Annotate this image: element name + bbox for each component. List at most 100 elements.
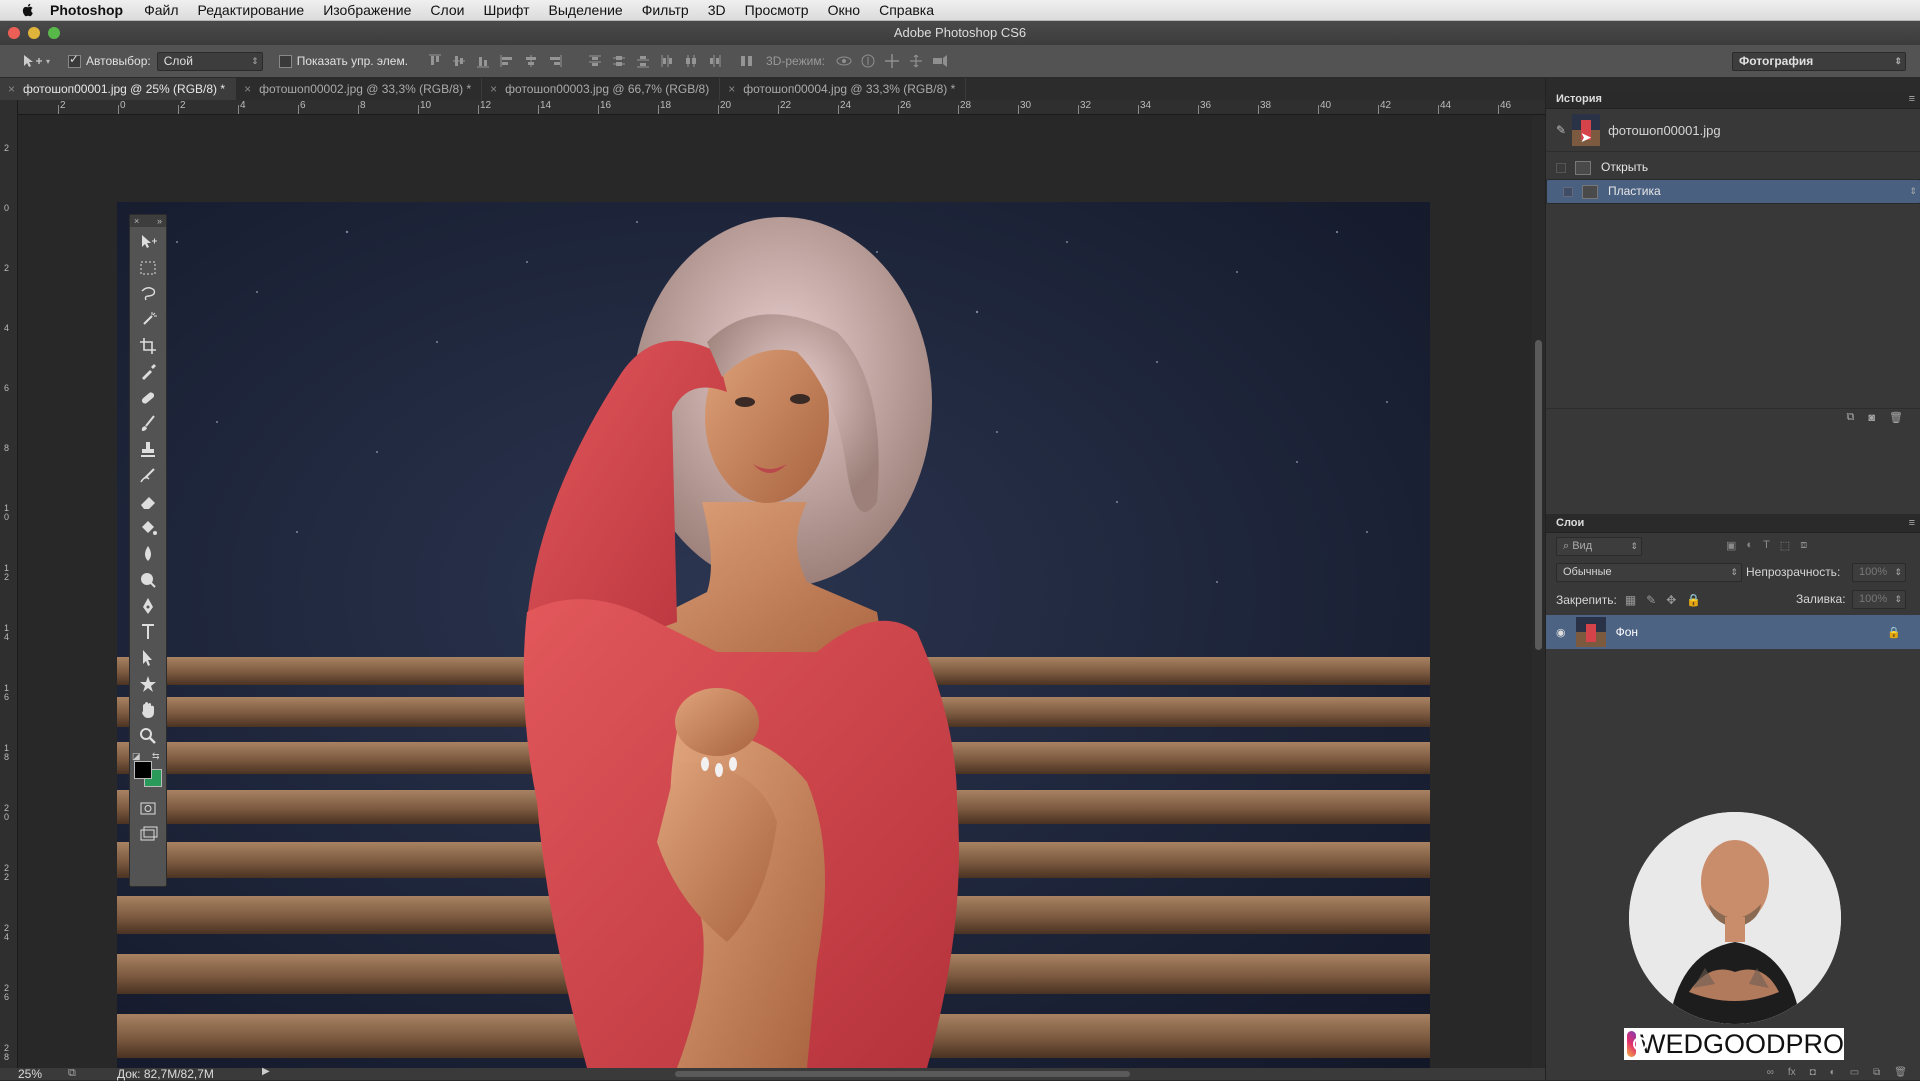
align-left-icon[interactable] (498, 53, 516, 69)
hand-tool-icon[interactable] (137, 699, 159, 721)
eye-visibility-icon[interactable]: ◉ (1556, 626, 1566, 639)
menu-filter[interactable]: Фильтр (642, 2, 689, 18)
filter-pixel-icon[interactable]: ▣ (1726, 539, 1736, 552)
close-icon[interactable]: × (244, 82, 251, 96)
trash-icon[interactable]: 🗑 (1889, 411, 1903, 424)
blend-mode-select[interactable]: Обычные (1556, 563, 1742, 582)
history-snapshot-row[interactable]: ✎ фотошоп00001.jpg ➤ (1546, 109, 1920, 152)
custom-shape-tool-icon[interactable] (137, 673, 159, 695)
align-vcenter-icon[interactable] (450, 53, 468, 69)
filter-shape-icon[interactable]: ⬚ (1780, 539, 1790, 552)
3d-pan-icon[interactable] (883, 53, 901, 69)
status-menu-arrow-icon[interactable]: ▶ (262, 1066, 270, 1077)
filter-type-icon[interactable]: T (1763, 539, 1770, 552)
swap-colors-icon[interactable]: ⇆ (152, 751, 160, 762)
layers-panel-header[interactable]: Слои ≡ (1546, 514, 1920, 533)
tool-preset-picker[interactable]: ▾ (22, 54, 50, 68)
history-brush-tool-icon[interactable] (137, 465, 159, 487)
link-layers-icon[interactable]: ∞ (1767, 1067, 1774, 1078)
minimize-window-button[interactable] (28, 27, 40, 39)
trash-icon[interactable]: 🗑 (1894, 1067, 1907, 1078)
menu-file[interactable]: Файл (144, 2, 178, 18)
crop-tool-icon[interactable] (137, 335, 159, 357)
distribute-right-icon[interactable] (706, 53, 724, 69)
distribute-vcenter-icon[interactable] (610, 53, 628, 69)
quick-mask-icon[interactable] (137, 797, 159, 819)
camera-snapshot-icon[interactable]: ◙ (1868, 412, 1875, 424)
zoom-window-button[interactable] (48, 27, 60, 39)
menu-window[interactable]: Окно (828, 2, 861, 18)
panel-menu-icon[interactable]: ≡ (1909, 90, 1915, 108)
screen-mode-icon[interactable] (137, 823, 159, 845)
dodge-tool-icon[interactable] (137, 569, 159, 591)
horizontal-ruler[interactable]: 2 0 2 4 6 8 10 12 14 16 18 20 22 24 26 28 30 32 34 36 38 40 42… (18, 100, 1545, 115)
workspace-switcher[interactable]: Фотография (1732, 51, 1906, 71)
menu-select[interactable]: Выделение (549, 2, 623, 18)
menu-view[interactable]: Просмотр (745, 2, 809, 18)
history-panel-header[interactable]: История ≡ (1546, 90, 1920, 109)
layer-filter-select[interactable]: ⌕ Вид (1556, 536, 1642, 556)
doc-tab-1[interactable]: × фотошоп00001.jpg @ 25% (RGB/8) * (0, 78, 237, 100)
align-hcenter-icon[interactable] (522, 53, 540, 69)
lock-position-icon[interactable]: ✥ (1666, 593, 1676, 607)
close-icon[interactable]: × (134, 216, 139, 226)
menu-3d[interactable]: 3D (708, 2, 726, 18)
type-tool-icon[interactable] (137, 621, 159, 643)
menu-edit[interactable]: Редактирование (198, 2, 305, 18)
doc-tab-3[interactable]: × фотошоп00003.jpg @ 66,7% (RGB/8) (482, 78, 721, 100)
autoselect-checkbox[interactable] (68, 52, 82, 68)
new-document-from-state-icon[interactable]: ⧉ (1847, 411, 1855, 424)
fill-field[interactable]: 100% (1852, 590, 1906, 609)
filter-adjustment-icon[interactable]: ◐ (1746, 539, 1753, 552)
doc-tab-4[interactable]: × фотошоп00004.jpg @ 33,3% (RGB/8) * (720, 78, 967, 100)
lasso-tool-icon[interactable] (137, 283, 159, 305)
zoom-tool-icon[interactable] (137, 725, 159, 747)
path-selection-tool-icon[interactable] (137, 647, 159, 669)
menu-image[interactable]: Изображение (323, 2, 411, 18)
autoselect-target-select[interactable]: Слой (156, 51, 263, 71)
filter-smart-object-icon[interactable]: ⧈ (1800, 539, 1807, 552)
close-icon[interactable]: × (728, 82, 735, 96)
horizontal-scroll-thumb[interactable] (675, 1071, 1130, 1077)
eraser-tool-icon[interactable] (137, 491, 159, 513)
close-window-button[interactable] (8, 27, 20, 39)
clone-stamp-tool-icon[interactable] (137, 439, 159, 461)
close-icon[interactable]: × (8, 82, 15, 96)
3d-slide-icon[interactable] (907, 53, 925, 69)
lock-transparent-icon[interactable]: ▦ (1625, 593, 1636, 607)
history-brush-slot-icon[interactable] (1563, 186, 1573, 197)
distribute-hcenter-icon[interactable] (682, 53, 700, 69)
distribute-left-icon[interactable] (658, 53, 676, 69)
3d-scale-icon[interactable] (931, 53, 949, 69)
menu-type[interactable]: Шрифт (483, 2, 529, 18)
3d-orbit-icon[interactable] (835, 53, 853, 69)
status-info-icon[interactable]: ⧉ (68, 1067, 76, 1080)
lock-all-icon[interactable]: 🔒 (1686, 593, 1701, 607)
paint-bucket-tool-icon[interactable] (137, 517, 159, 539)
layer-row-background[interactable]: ◉ Фон 🔒 (1546, 615, 1920, 649)
align-bottom-icon[interactable] (474, 53, 492, 69)
menu-help[interactable]: Справка (879, 2, 934, 18)
distribute-bottom-icon[interactable] (634, 53, 652, 69)
menu-app-photoshop[interactable]: Photoshop (50, 2, 123, 18)
close-icon[interactable]: × (490, 82, 497, 96)
marquee-tool-icon[interactable] (137, 257, 159, 279)
move-tool-icon[interactable] (137, 231, 159, 253)
pen-tool-icon[interactable] (137, 595, 159, 617)
document-image[interactable] (117, 202, 1430, 1068)
align-right-icon[interactable] (546, 53, 564, 69)
add-mask-icon[interactable]: ◘ (1810, 1067, 1816, 1078)
panel-menu-icon[interactable]: ≡ (1909, 514, 1915, 532)
foreground-color-swatch[interactable] (134, 761, 152, 779)
adjustment-layer-icon[interactable]: ◐ (1830, 1067, 1836, 1078)
auto-align-icon[interactable] (738, 53, 756, 69)
show-transform-checkbox[interactable] (278, 54, 292, 68)
history-item[interactable]: Открыть (1546, 156, 1920, 179)
vertical-scroll-thumb[interactable] (1535, 340, 1542, 650)
collapse-panel-icon[interactable]: » (157, 216, 162, 226)
menu-layers[interactable]: Слои (430, 2, 464, 18)
lock-pixels-icon[interactable]: ✎ (1646, 593, 1656, 607)
brush-tool-icon[interactable] (137, 413, 159, 435)
distribute-top-icon[interactable] (586, 53, 604, 69)
history-item-selected[interactable]: Пластика (1546, 179, 1920, 204)
